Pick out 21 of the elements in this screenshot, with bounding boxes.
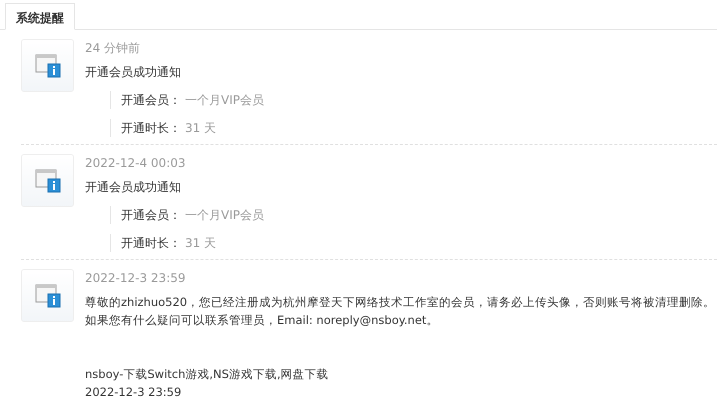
notice-title: 开通会员成功通知 [85, 64, 182, 81]
field-label: 开通时长： [121, 121, 181, 135]
notice-time: 24 分钟前 [85, 40, 142, 57]
field-label: 开通时长： [121, 236, 181, 250]
signature-text: 2022-12-3 23:59 [85, 384, 182, 401]
notice-title: 开通会员成功通知 [85, 179, 182, 196]
field-value: 一个月VIP会员 [185, 208, 264, 222]
field-label: 开通会员： [121, 93, 181, 107]
field-label: 开通会员： [121, 208, 181, 222]
notice-time: 2022-12-4 00:03 [85, 155, 186, 172]
field-value: 31 天 [185, 121, 216, 135]
message-text: 尊敬的zhizhuo520，您已经注册成为杭州摩登天下网络技术工作室的会员，请务必上传头像，否则账号将被清理删除。 [85, 294, 716, 311]
info-window-icon [34, 284, 60, 308]
signature-text: nsboy-下载Switch游戏,NS游戏下载,网盘下载 [85, 366, 330, 383]
notice-time: 2022-12-3 23:59 [85, 270, 186, 287]
tab[interactable]: 系统提醒 [5, 3, 75, 30]
field-value: 一个月VIP会员 [185, 93, 264, 107]
message-text: 如果您有什么疑问可以联系管理员，Email: noreply@nsboy.net。 [85, 312, 440, 329]
info-window-icon [34, 168, 60, 192]
info-window-icon [34, 54, 60, 78]
field-value: 31 天 [185, 236, 216, 250]
